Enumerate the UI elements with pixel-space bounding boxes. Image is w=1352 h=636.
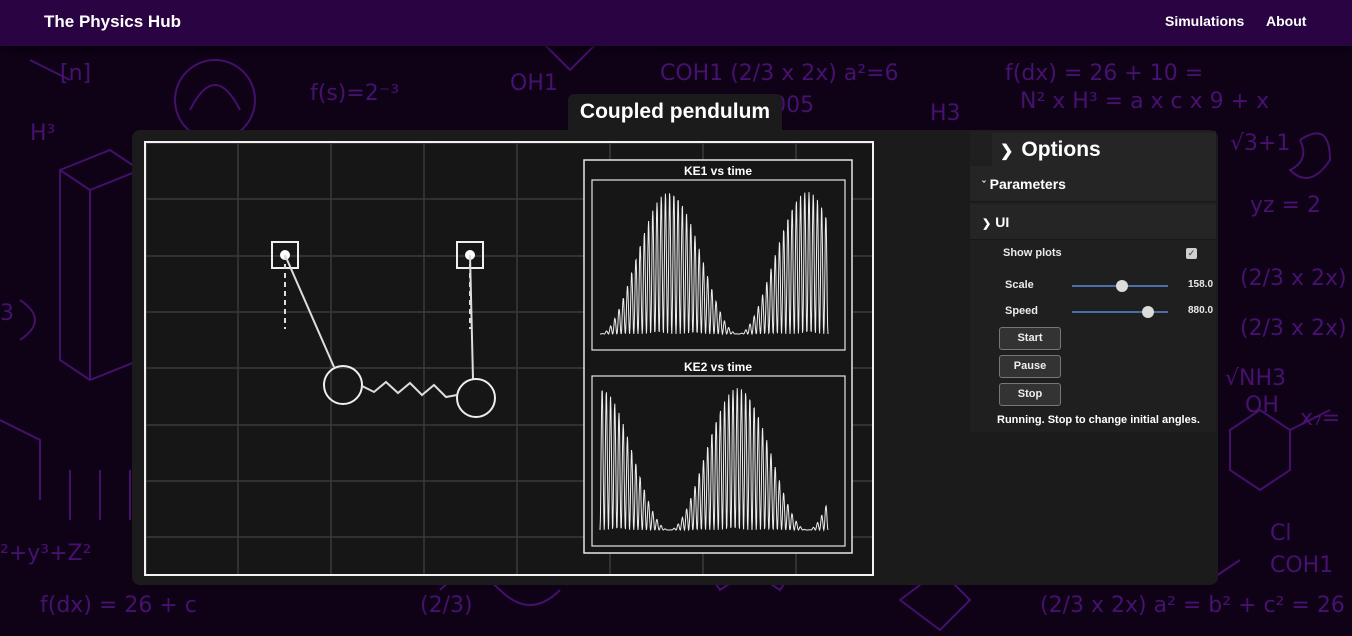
svg-text:√NH3: √NH3 — [1225, 366, 1286, 391]
top-navbar: The Physics Hub Simulations About — [0, 0, 1352, 46]
nav-link-about[interactable]: About — [1266, 13, 1306, 29]
check-icon: ✓ — [1187, 248, 1196, 258]
svg-text:(2/3 x 2x): (2/3 x 2x) — [1240, 316, 1347, 341]
pause-button[interactable]: Pause — [999, 355, 1061, 378]
scale-slider-thumb[interactable] — [1115, 280, 1128, 292]
svg-text:(2/3 x 2x) a² = b² + c² = 26: (2/3 x 2x) a² = b² + c² = 26 — [1040, 593, 1345, 618]
speed-slider[interactable] — [1072, 306, 1168, 318]
svg-text:Cl: Cl — [1270, 521, 1291, 546]
show-plots-label: Show plots — [1003, 247, 1062, 259]
svg-text:OH1: OH1 — [510, 71, 558, 96]
start-button[interactable]: Start — [999, 327, 1061, 350]
svg-text:H³: H³ — [30, 121, 55, 146]
status-text: Running. Stop to change initial angles. — [997, 414, 1200, 426]
simulation-drawing: KE1 vs time KE2 vs time — [146, 143, 872, 574]
nav-link-simulations[interactable]: Simulations — [1165, 13, 1244, 29]
speed-label: Speed — [1005, 305, 1039, 317]
speed-value: 880.0 — [1188, 305, 1214, 316]
options-header[interactable]: ❯ Options — [992, 133, 1216, 167]
plot-ke2-title: KE2 vs time — [684, 360, 752, 374]
options-panel: ❯ Options ˇ Parameters ❯ UI Show plots ✓ Sc… — [970, 131, 1216, 432]
svg-text:f(dx) = 26 + c: f(dx) = 26 + c — [40, 593, 197, 618]
chevron-down-icon: ˇ — [982, 180, 986, 192]
options-title: Options — [1021, 138, 1101, 161]
svg-text:f(s)=2⁻³: f(s)=2⁻³ — [310, 81, 399, 106]
svg-text:f(dx) = 26 + 10 =: f(dx) = 26 + 10 = — [1005, 61, 1203, 86]
svg-text:3: 3 — [0, 301, 14, 326]
folder-ui-label: UI — [995, 214, 1010, 230]
svg-text:x₇=: x₇= — [1300, 406, 1340, 431]
pendulum-1-bob[interactable] — [323, 365, 363, 405]
svg-text:√3+1: √3+1 — [1230, 131, 1290, 156]
svg-text:(2/3): (2/3) — [420, 593, 473, 618]
speed-slider-thumb[interactable] — [1141, 306, 1154, 318]
pendulum-2-bob[interactable] — [456, 378, 496, 418]
simulation-canvas[interactable]: KE1 vs time KE2 vs time — [144, 141, 874, 576]
svg-text:H3: H3 — [930, 101, 961, 126]
scale-label: Scale — [1005, 279, 1034, 291]
brand-logo-link[interactable]: The Physics Hub — [44, 12, 181, 32]
coupling-spring — [361, 380, 458, 399]
pendulum-1-rod — [284, 254, 335, 368]
stop-button[interactable]: Stop — [999, 383, 1061, 406]
svg-text:[n]: [n] — [60, 61, 91, 86]
plot-ke1-title: KE1 vs time — [684, 164, 752, 178]
svg-text:OH: OH — [1245, 393, 1279, 418]
scale-value: 158.0 — [1188, 279, 1214, 290]
svg-text:yz = 2: yz = 2 — [1250, 193, 1321, 218]
simulation-title: Coupled pendulum — [568, 94, 782, 132]
show-plots-checkbox[interactable]: ✓ — [1186, 248, 1197, 259]
scale-slider[interactable] — [1072, 280, 1168, 292]
svg-text:COH1 (2/3 x 2x) a²=6: COH1 (2/3 x 2x) a²=6 — [660, 61, 899, 86]
svg-text:(2/3 x 2x): (2/3 x 2x) — [1240, 266, 1347, 291]
chevron-right-icon: ❯ — [1000, 143, 1014, 160]
svg-text:²+y³+Z²: ²+y³+Z² — [0, 541, 91, 566]
chevron-right-icon: ❯ — [982, 218, 992, 230]
svg-text:COH1: COH1 — [1270, 553, 1333, 578]
folder-parameters-label: Parameters — [989, 176, 1066, 192]
pendulum-2-rod — [469, 254, 474, 380]
folder-ui[interactable]: ❯ UI — [970, 204, 1216, 240]
svg-text:N² x H³ = a x c x 9 + x: N² x H³ = a x c x 9 + x — [1020, 89, 1269, 114]
folder-parameters[interactable]: ˇ Parameters — [970, 166, 1216, 202]
